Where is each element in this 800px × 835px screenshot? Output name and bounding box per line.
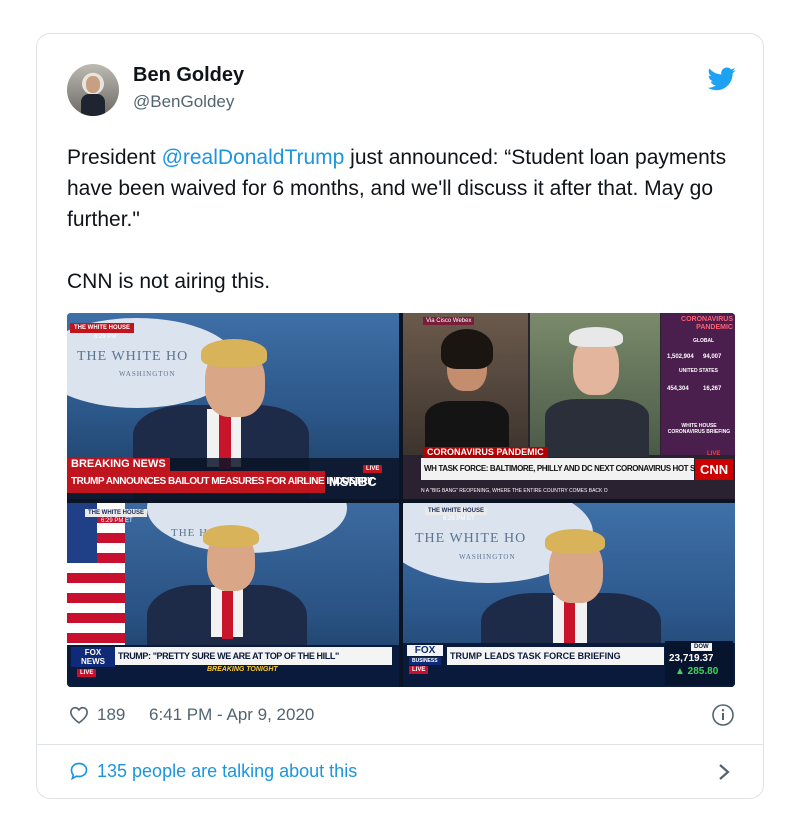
chyron-headline: TRUMP LEADS TASK FORCE BRIEFING [447, 647, 664, 665]
media-panel-foxbusiness[interactable]: THE WHITE HO WASHINGTON THE WHITE HOUSE … [403, 503, 735, 687]
seal-text: THE WHITE HO [415, 531, 527, 546]
mention-link[interactable]: @realDonaldTrump [162, 146, 345, 169]
display-name[interactable]: Ben Goldey [133, 64, 244, 87]
ticker: N A "BIG BANG" REOPENING, WHERE THE ENTI… [421, 488, 608, 494]
user-handle[interactable]: @BenGoldey [133, 92, 234, 112]
breaking-news-label: BREAKING NEWS [67, 458, 170, 471]
heart-icon[interactable] [69, 706, 89, 724]
chyron-subheadline: BREAKING TONIGHT [207, 666, 278, 673]
media-panel-cnn[interactable]: Via Cisco Webex CORONAVIRUS PANDEMIC GLO… [403, 313, 735, 499]
avatar-body [81, 94, 105, 116]
seal-subtext: WASHINGTON [459, 553, 516, 561]
conversation-link[interactable]: 135 people are talking about this [97, 761, 357, 782]
twitter-bird-icon[interactable] [708, 67, 736, 91]
location-tag: THE WHITE HOUSE [85, 509, 148, 517]
seal-text: THE WHITE HO [77, 349, 189, 364]
tweet-media[interactable]: THE WHITE HO WASHINGTON THE WHITE HOUSE … [67, 313, 735, 687]
speaker-hair [203, 525, 259, 547]
webex-label: Via Cisco Webex [423, 317, 475, 325]
sidebar-note: WHITE HOUSE CORONAVIRUS BRIEFING [667, 423, 731, 435]
info-icon[interactable] [711, 703, 735, 727]
tweet-card[interactable]: Ben Goldey @BenGoldey President @realDon… [36, 33, 764, 799]
speaker-tie [564, 599, 575, 649]
live-badge: LIVE [363, 465, 383, 473]
location-time: 6:29 PM [94, 334, 117, 340]
speaker-hair [201, 339, 267, 367]
network-sub: BUSINESS [409, 657, 441, 665]
seal-subtext: WASHINGTON [119, 370, 176, 378]
chyron-headline: TRUMP: "PRETTY SURE WE ARE AT TOP OF THE… [115, 647, 392, 665]
location-tag: THE WHITE HOUSE [425, 507, 488, 515]
tweet-text-start: President [67, 146, 162, 169]
avatar[interactable] [67, 64, 119, 116]
host-hair [569, 327, 623, 347]
sidebar-us: UNITED STATES [679, 368, 718, 374]
dow-value: 23,719.37 [669, 653, 714, 664]
tweet-paragraph-2: CNN is not airing this. [67, 270, 271, 293]
tweet-text: President @realDonaldTrump just announce… [67, 142, 727, 297]
divider [37, 744, 763, 745]
media-panel-foxnews[interactable]: THE HOUSE THE WHITE HOUSE 6:29 PM ET FOX… [67, 503, 399, 687]
sidebar-us-deaths: 16,267 [703, 386, 722, 392]
sidebar-global-deaths: 94,007 [703, 354, 722, 360]
location-time: 6:29 PM ET [443, 516, 475, 522]
chyron-headline: TRUMP ANNOUNCES BAILOUT MEASURES FOR AIR… [67, 471, 374, 493]
network-logo: CNN [695, 459, 734, 480]
host-body [545, 399, 649, 457]
speaker-tie [222, 591, 233, 639]
live-badge: LIVE [707, 451, 721, 457]
chevron-right-icon[interactable] [717, 763, 731, 781]
sidebar-us-cases: 454,304 [667, 386, 689, 392]
location-time: 6:29 PM ET [101, 518, 133, 524]
live-badge: LIVE [77, 669, 97, 677]
sidebar-title: CORONAVIRUS PANDEMIC [681, 316, 733, 331]
topic-label: CORONAVIRUS PANDEMIC [423, 447, 548, 458]
dow-change: ▲ 285.80 [675, 666, 719, 677]
speaker-hair [545, 529, 605, 553]
sidebar-global-cases: 1,502,904 [667, 354, 694, 360]
speech-bubble-icon[interactable] [69, 761, 89, 781]
live-badge: LIVE [409, 666, 429, 674]
media-panel-msnbc[interactable]: THE WHITE HO WASHINGTON THE WHITE HOUSE … [67, 313, 399, 499]
avatar-head [86, 76, 100, 93]
like-count[interactable]: 189 [97, 705, 125, 725]
location-tag: THE WHITE HOUSE [70, 323, 135, 333]
network-logo: FOX NEWS [71, 647, 115, 667]
dow-label: DOW [691, 643, 712, 651]
guest-hair [441, 329, 493, 369]
network-logo: FOX [407, 645, 443, 656]
network-logo: MSNBC [329, 474, 377, 489]
chyron-headline: WH TASK FORCE: BALTIMORE, PHILLY AND DC … [421, 458, 715, 480]
timestamp[interactable]: 6:41 PM - Apr 9, 2020 [149, 705, 314, 725]
sidebar-global: GLOBAL [693, 338, 715, 344]
